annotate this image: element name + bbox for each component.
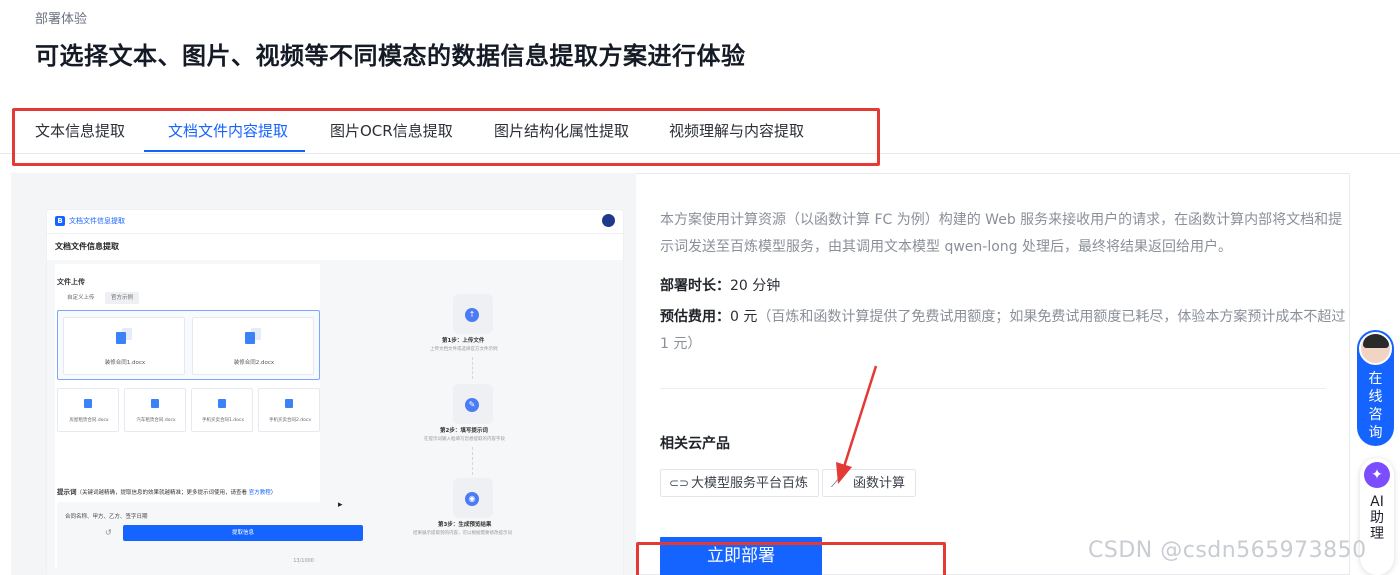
section-eyebrow: 部署体验: [35, 12, 88, 27]
upload-step-icon: ↑: [453, 294, 493, 334]
product-label: 大模型服务平台百炼: [691, 476, 809, 491]
product-chip-bailian[interactable]: ⊂⊃ 大模型服务平台百炼: [660, 469, 820, 497]
solution-tabs: 文本信息提取 文档文件内容提取 图片OCR信息提取 图片结构化属性提取 视频理解…: [0, 112, 1400, 154]
official-tutorial-link[interactable]: 官方教程: [249, 490, 271, 496]
deploy-now-button[interactable]: 立即部署: [660, 537, 822, 575]
preview-page-title: 文档文件信息提取: [55, 242, 119, 251]
cost-value: 0 元: [730, 309, 758, 325]
document-icon: [285, 399, 293, 408]
active-tab-indicator: [144, 150, 305, 152]
document-icon: [116, 332, 126, 344]
edit-step-icon: ✎: [453, 384, 493, 424]
upload-tab-official[interactable]: 官方示例: [105, 292, 140, 304]
tab-text-extraction[interactable]: 文本信息提取: [35, 120, 125, 141]
step-connector: [472, 447, 473, 475]
watermark: CSDN @csdn565973850: [1088, 538, 1367, 563]
deploy-duration: 部署时长：20 分钟: [660, 273, 1350, 300]
preview-screenshot: B 文档文件信息提取 文档文件信息提取 文件上传 自定义上传 官方示例 装修合同…: [47, 210, 623, 575]
divider: [660, 388, 1326, 389]
preview-panel: B 文档文件信息提取 文档文件信息提取 文件上传 自定义上传 官方示例 装修合同…: [11, 173, 636, 575]
file-name: 装修合同1.docx: [104, 360, 146, 366]
file-name: 汽车租赁合同.docx: [136, 418, 176, 423]
link-icon: ⊂⊃: [669, 476, 690, 490]
upload-section-title: 文件上传: [57, 278, 85, 286]
document-icon: [84, 399, 92, 408]
avatar: [602, 214, 615, 227]
preview-app-name: 文档文件信息提取: [69, 217, 125, 225]
tab-video-extraction[interactable]: 视频理解与内容提取: [669, 120, 804, 141]
tab-document-extraction[interactable]: 文档文件内容提取: [168, 120, 288, 141]
prompt-hint-end: ）: [270, 490, 277, 496]
prompt-hint: 提示词（关键词越精确，提取信息的效果就越精准；更多提示词使用，请查看 官方教程）: [57, 486, 276, 496]
file-card[interactable]: 手机买卖合同1.docx: [191, 388, 253, 432]
solution-info-panel: 本方案使用计算资源（以函数计算 FC 为例）构建的 Web 服务来接收用户的请求…: [636, 173, 1350, 575]
file-card[interactable]: 装修合同1.docx: [63, 317, 185, 375]
file-name: 手机买卖合同2.docx: [268, 418, 312, 423]
estimated-cost: 预估费用：0 元（百炼和函数计算提供了免费试用额度；如果免费试用额度已耗尽，体验…: [660, 304, 1350, 358]
file-name: 装修合同2.docx: [233, 360, 275, 366]
cost-label: 预估费用：: [660, 309, 730, 325]
sparkle-icon: ✦: [1364, 462, 1390, 488]
page: 部署体验 可选择文本、图片、视频等不同模态的数据信息提取方案进行体验 文本信息提…: [0, 0, 1400, 575]
tab-image-ocr[interactable]: 图片OCR信息提取: [330, 120, 453, 141]
file-card[interactable]: 手机买卖合同2.docx: [258, 388, 320, 432]
step-desc: 在提示词输入框填写您想提取的内容字段: [424, 437, 505, 442]
file-card[interactable]: 装修合同2.docx: [192, 317, 314, 375]
preview-form-card: 文件上传 自定义上传 官方示例 装修合同1.docx 装修合同2.docx 房屋…: [55, 264, 320, 570]
preview-step-icon: ◉: [453, 478, 493, 518]
step-connector: [472, 357, 473, 379]
app-logo-icon: B: [55, 216, 65, 226]
upload-tab-custom[interactable]: 自定义上传: [61, 292, 101, 304]
file-card[interactable]: 房屋租赁合同.docx: [57, 388, 119, 432]
step-title: 第2步：填写提示词: [440, 428, 488, 434]
page-title: 可选择文本、图片、视频等不同模态的数据信息提取方案进行体验: [35, 42, 746, 70]
ai-label: AI 助理: [1370, 494, 1384, 542]
prompt-label: 提示词: [57, 488, 77, 496]
prompt-char-count: 13/1000: [293, 558, 314, 564]
product-chip-fc[interactable]: ⟋ 函数计算: [822, 469, 917, 497]
duration-value: 20 分钟: [730, 278, 781, 294]
upload-selection: 装修合同1.docx 装修合同2.docx: [57, 310, 320, 380]
document-icon: [245, 332, 255, 344]
file-card[interactable]: 汽车租赁合同.docx: [124, 388, 186, 432]
step-desc: 结果展示提取到的内容，可以根据需要修改提示词: [413, 531, 512, 536]
step-title: 第1步：上传文件: [442, 338, 485, 344]
step-title: 第3步：生成预览结果: [438, 522, 492, 528]
solution-description: 本方案使用计算资源（以函数计算 FC 为例）构建的 Web 服务来接收用户的请求…: [660, 212, 1343, 255]
step-desc: 上传文档文件或选择官方文件示例: [430, 347, 498, 352]
preview-topbar: B 文档文件信息提取: [47, 210, 623, 234]
extract-button[interactable]: 提取信息: [123, 525, 363, 541]
reset-icon[interactable]: ↺: [105, 528, 112, 537]
cost-note: （百炼和函数计算提供了免费试用额度；如果免费试用额度已耗尽，体验本方案预计成本不…: [660, 309, 1346, 352]
document-icon: [151, 399, 159, 408]
prompt-value: 合同名称、甲方、乙方、签字日期: [65, 514, 148, 520]
product-label: 函数计算: [853, 476, 906, 491]
mouse-cursor-icon: ▸: [338, 500, 343, 510]
document-icon: [218, 399, 226, 408]
tab-image-structured[interactable]: 图片结构化属性提取: [494, 120, 629, 141]
online-consult-button[interactable]: 在线咨询: [1357, 330, 1394, 446]
prompt-hint-text: （关键词越精确，提取信息的效果就越精准；更多提示词使用，请查看: [76, 490, 248, 496]
function-icon: ⟋: [831, 476, 840, 490]
duration-label: 部署时长：: [660, 278, 730, 294]
file-name: 房屋租赁合同.docx: [69, 418, 109, 423]
related-products-title: 相关云产品: [660, 436, 730, 452]
consultant-avatar: [1359, 332, 1392, 365]
file-name: 手机买卖合同1.docx: [201, 418, 245, 423]
consult-label: 在线咨询: [1368, 371, 1383, 441]
